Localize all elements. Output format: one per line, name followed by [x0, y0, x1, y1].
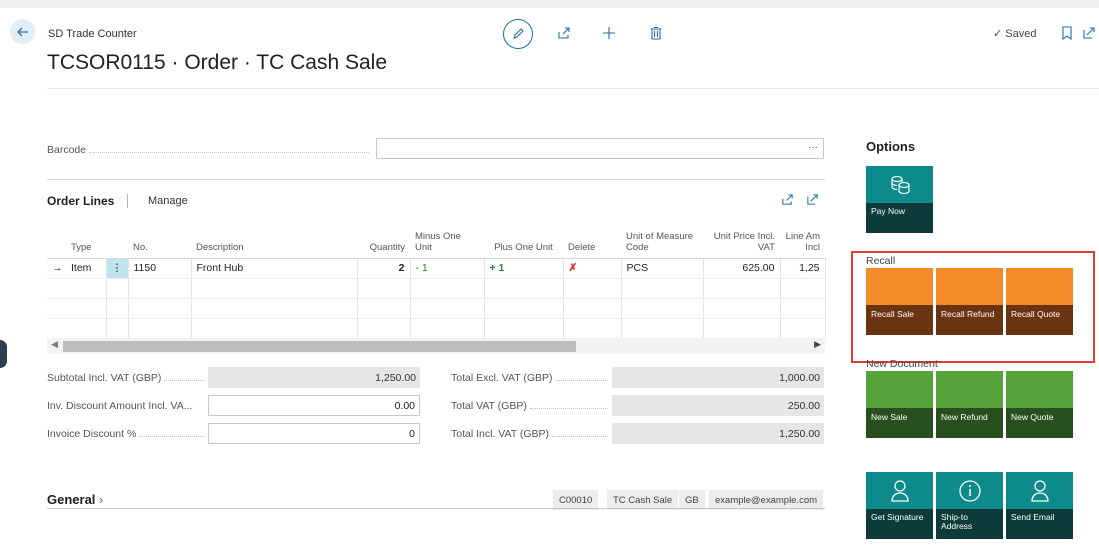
col-plus-one[interactable]: Plus One Unit	[484, 226, 563, 259]
total-vat-value: 250.00	[612, 395, 824, 416]
chevron-right-icon: ›	[95, 492, 104, 507]
order-lines-table: Type No. Description Quantity Minus One …	[47, 226, 826, 339]
cell-line-amount[interactable]: 1,25	[780, 258, 826, 279]
new-quote-button[interactable]: New Quote	[1006, 371, 1073, 438]
total-vat-label: Total VAT (GBP)	[451, 400, 608, 412]
edit-button[interactable]	[503, 19, 533, 49]
col-unit-price[interactable]: Unit Price Incl. VAT	[703, 226, 780, 259]
new-document-group-label: New Document	[866, 358, 938, 370]
delete-button[interactable]	[645, 22, 667, 44]
order-lines-title: Order Lines	[47, 194, 115, 208]
share-icon	[781, 193, 793, 205]
coins-icon	[890, 175, 910, 194]
row-indicator-icon: →	[47, 258, 66, 279]
total-incl-vat-value: 1,250.00	[612, 423, 824, 444]
subtotal-value: 1,250.00	[208, 367, 420, 388]
table-header-row: Type No. Description Quantity Minus One …	[47, 226, 825, 259]
cell-type[interactable]: Item	[66, 258, 107, 279]
table-row-empty[interactable]	[47, 318, 826, 339]
ship-to-address-button[interactable]: Ship-to Address	[936, 472, 1003, 539]
share-button[interactable]	[553, 22, 575, 44]
col-quantity[interactable]: Quantity	[357, 226, 410, 259]
lines-share-button[interactable]	[776, 188, 798, 210]
send-email-button[interactable]: Send Email	[1006, 472, 1073, 539]
back-button[interactable]	[10, 19, 35, 44]
general-underline	[47, 508, 825, 509]
col-description[interactable]: Description	[191, 226, 357, 259]
check-icon: ✓	[993, 28, 1003, 40]
cell-no[interactable]: 1150	[128, 258, 192, 279]
header-divider	[47, 88, 1099, 89]
pencil-icon	[513, 28, 524, 39]
minus-one-button[interactable]: - 1	[410, 258, 485, 279]
arrow-left-icon	[16, 27, 28, 36]
scrollbar-thumb[interactable]	[63, 341, 576, 352]
page-title: TCSOR0115 · Order · TC Cash Sale	[47, 51, 387, 74]
open-new-window-button[interactable]	[1078, 22, 1099, 44]
plus-one-button[interactable]: + 1	[484, 258, 564, 279]
section-divider	[47, 179, 825, 180]
scroll-right-icon[interactable]: ▶	[814, 339, 821, 350]
breadcrumb[interactable]: SD Trade Counter	[48, 28, 137, 40]
chip-customer-no: C00010	[553, 490, 600, 510]
plus-icon	[603, 27, 615, 39]
manage-menu[interactable]: Manage	[148, 195, 188, 207]
inv-discount-pct-input[interactable]: 0	[208, 423, 420, 444]
person-icon	[890, 479, 909, 502]
total-excl-vat-value: 1,000.00	[612, 367, 824, 388]
bookmark-button[interactable]	[1056, 22, 1078, 44]
general-section-toggle[interactable]: General ›	[47, 492, 103, 507]
col-delete[interactable]: Delete	[563, 226, 621, 259]
options-title: Options	[866, 139, 916, 154]
barcode-label: Barcode	[47, 144, 369, 156]
col-type[interactable]: Type	[66, 226, 106, 259]
barcode-menu-icon[interactable]: ···	[808, 142, 818, 153]
share-icon	[558, 27, 570, 39]
chip-email: example@example.com	[709, 490, 824, 510]
page: SD Trade Counter TCSOR0115 · Order · TC …	[0, 8, 1099, 560]
pay-now-button[interactable]: Pay Now	[866, 166, 933, 233]
inv-discount-pct-label: Invoice Discount %	[47, 428, 205, 440]
scroll-left-icon[interactable]: ◀	[51, 339, 58, 350]
total-excl-vat-label: Total Excl. VAT (GBP)	[451, 372, 608, 384]
cell-description[interactable]: Front Hub	[191, 258, 358, 279]
saved-status: ✓ Saved	[993, 28, 1037, 40]
person-icon	[1030, 479, 1049, 502]
row-actions-icon[interactable]: ⋮	[106, 258, 129, 279]
order-lines-separator	[127, 194, 128, 208]
col-no[interactable]: No.	[128, 226, 191, 259]
recall-highlight-box	[851, 251, 1095, 363]
cell-quantity[interactable]: 2	[357, 258, 411, 279]
cell-unit-price[interactable]: 625.00	[703, 258, 781, 279]
get-signature-button[interactable]: Get Signature	[866, 472, 933, 539]
inv-discount-label: Inv. Discount Amount Incl. VA...	[47, 400, 193, 412]
side-panel-handle[interactable]	[0, 340, 7, 368]
barcode-input[interactable]: ···	[376, 138, 824, 159]
table-row[interactable]: → Item ⋮ 1150 Front Hub 2 - 1 + 1 ✗ PCS …	[47, 258, 826, 279]
info-icon	[958, 479, 981, 502]
new-refund-button[interactable]: New Refund	[936, 371, 1003, 438]
col-line-amount[interactable]: Line Am Incl	[780, 226, 825, 259]
delete-line-icon[interactable]: ✗	[563, 258, 622, 279]
lines-expand-button[interactable]	[801, 188, 823, 210]
new-button[interactable]	[598, 22, 620, 44]
cell-uom[interactable]: PCS	[621, 258, 704, 279]
chip-country: GB	[679, 490, 706, 510]
expand-icon	[806, 193, 818, 205]
horizontal-scrollbar[interactable]: ◀ ▶	[47, 338, 825, 354]
col-uom[interactable]: Unit of Measure Code	[621, 226, 703, 259]
subtotal-label: Subtotal Incl. VAT (GBP)	[47, 372, 205, 384]
trash-icon	[650, 26, 662, 40]
col-minus-one[interactable]: Minus One Unit	[410, 226, 484, 259]
inv-discount-input[interactable]: 0.00	[208, 395, 420, 416]
bookmark-icon	[1062, 26, 1072, 40]
table-row-empty[interactable]	[47, 298, 826, 319]
total-incl-vat-label: Total Incl. VAT (GBP)	[451, 428, 608, 440]
chip-customer-name: TC Cash Sale	[607, 490, 680, 510]
new-sale-button[interactable]: New Sale	[866, 371, 933, 438]
table-row-empty[interactable]	[47, 278, 826, 299]
open-new-window-icon	[1083, 27, 1095, 39]
